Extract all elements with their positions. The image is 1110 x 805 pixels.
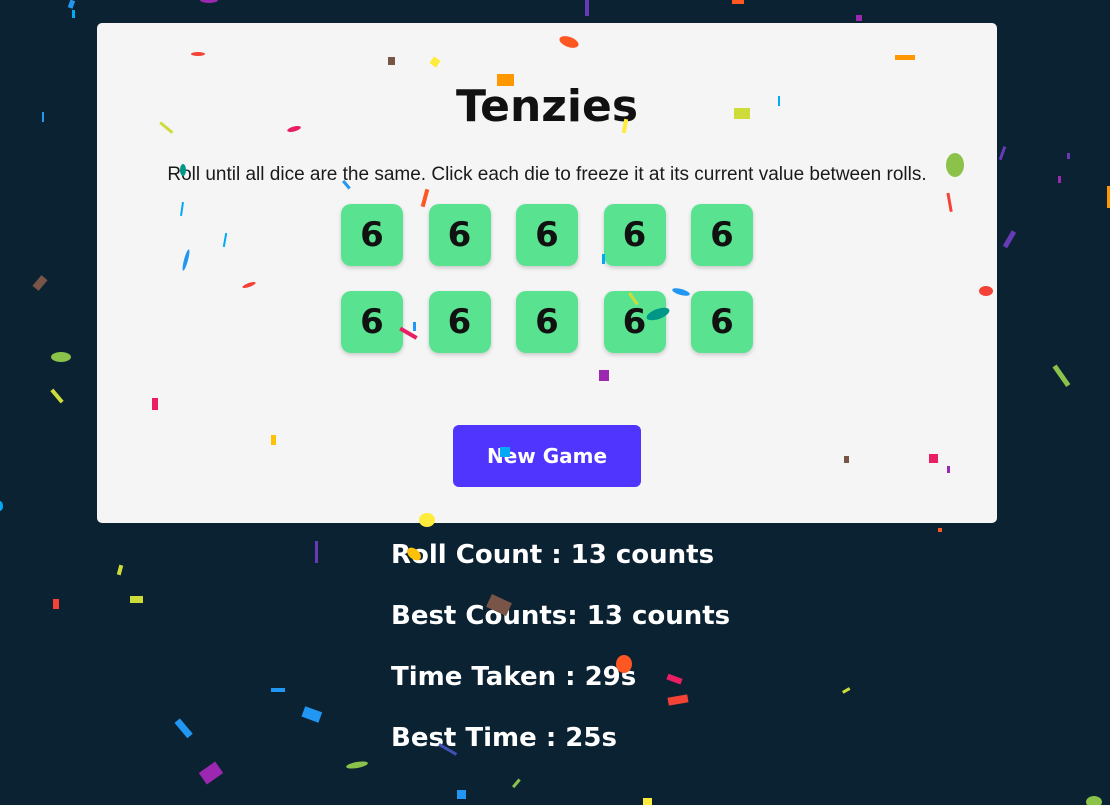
best-time: Best Time : 25s xyxy=(391,723,617,753)
roll-count: Roll Count : 13 counts xyxy=(391,540,715,570)
page: Tenzies Roll until all dice are the same… xyxy=(0,0,1110,805)
die-6[interactable]: 6 xyxy=(341,291,403,353)
die-7[interactable]: 6 xyxy=(428,291,491,353)
die-8[interactable]: 6 xyxy=(516,291,578,353)
stats-list: Roll Count : 13 counts Best Counts: 13 c… xyxy=(391,538,730,782)
die-10[interactable]: 6 xyxy=(691,291,753,353)
die-5[interactable]: 6 xyxy=(691,204,753,266)
die-2[interactable]: 6 xyxy=(428,204,491,266)
time-taken: Time Taken : 29s xyxy=(391,662,637,692)
die-9[interactable]: 6 xyxy=(603,291,666,353)
die-1[interactable]: 6 xyxy=(341,204,403,266)
page-title: Tenzies xyxy=(455,81,639,132)
best-counts: Best Counts: 13 counts xyxy=(391,601,731,631)
die-3[interactable]: 6 xyxy=(516,204,578,266)
dice-grid: 6 6 6 6 6 6 6 6 6 6 xyxy=(341,204,753,353)
instructions-text: Roll until all dice are the same. Click … xyxy=(167,164,927,185)
new-game-button[interactable]: New Game xyxy=(453,425,641,487)
die-4[interactable]: 6 xyxy=(603,204,666,266)
